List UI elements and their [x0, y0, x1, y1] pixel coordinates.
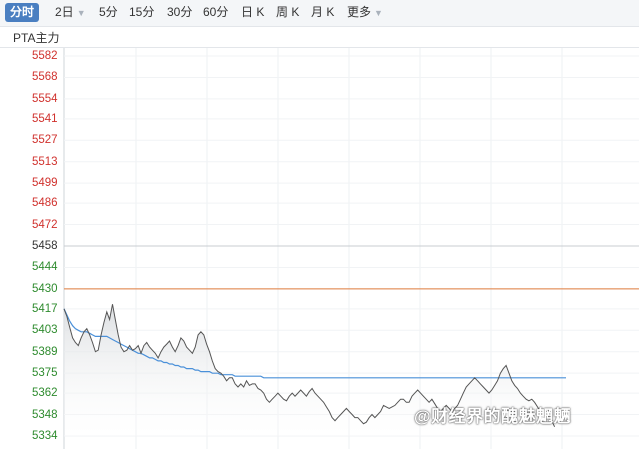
intraday-chart[interactable] [0, 0, 639, 449]
watermark: @财经界的醜魅魍魉 [414, 407, 572, 426]
